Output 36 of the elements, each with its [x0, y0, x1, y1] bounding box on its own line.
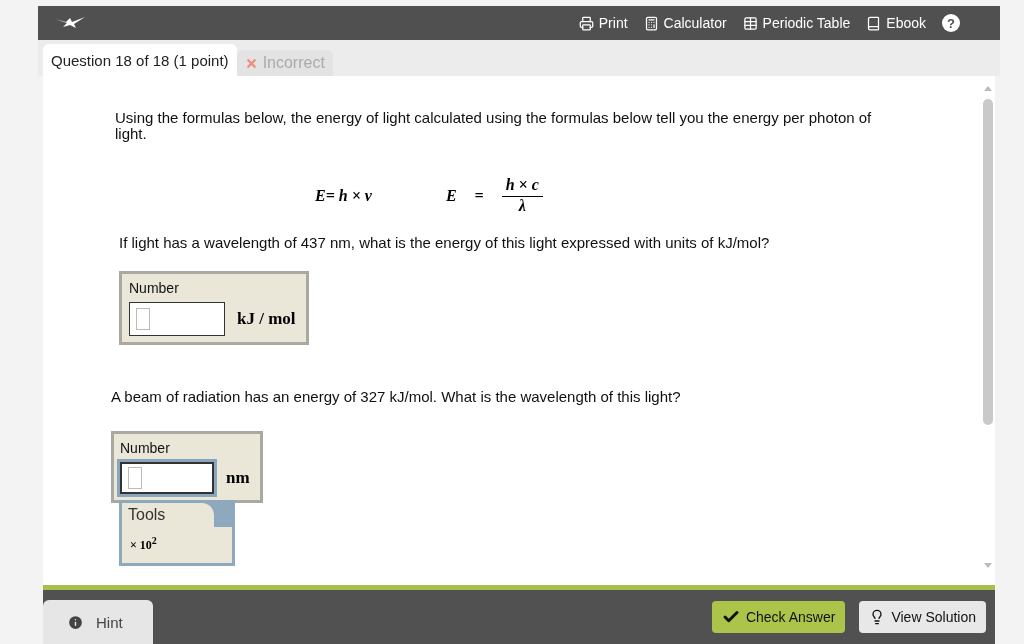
info-icon — [67, 613, 84, 631]
print-icon — [578, 15, 594, 31]
tab-label: Question 18 of 18 (1 point) — [51, 51, 229, 69]
check-answer-button[interactable]: Check Answer — [711, 601, 846, 633]
scroll-thumb[interactable] — [983, 99, 993, 425]
toolbar-link[interactable]: Print — [578, 15, 628, 31]
unit-label: kJ / mol — [237, 309, 296, 329]
formula-lhs: E — [445, 186, 457, 205]
equals-sign: = — [474, 186, 484, 205]
formula: E= h × ν — [315, 186, 372, 205]
field-label: Number — [120, 440, 171, 456]
question-text: If light has a wavelength of 437 nm, what is the energy of this light expressed with units of kJ/mol? — [119, 235, 771, 251]
unit-label: nm — [226, 468, 250, 488]
question-text: A beam of radiation has an energy of 327 kJ/mol. What is the wavelength of this light? — [111, 389, 682, 405]
answer-field[interactable] — [120, 462, 214, 494]
toolbar-link[interactable]: Periodic Table — [742, 15, 851, 31]
toolbar-link[interactable]: Calculator — [643, 15, 727, 31]
question-text: Using the formulas below, the energy of light calculated using the formulas below tell you the energy per photon of light. — [115, 110, 873, 142]
tool-option[interactable]: × 10$^{2}$ — [130, 538, 157, 552]
book-icon — [866, 15, 882, 31]
numerator: h × c — [501, 176, 543, 197]
tab-label: Incorrect — [262, 54, 325, 72]
cross-icon — [244, 56, 258, 70]
answer-field[interactable] — [129, 302, 225, 336]
calculator-icon — [643, 15, 659, 31]
scroll-down-icon[interactable] — [984, 563, 992, 568]
tab[interactable]: Question 18 of 18 (1 point) — [43, 44, 237, 76]
hint-button[interactable]: Hint — [43, 600, 153, 644]
tools-tab[interactable]: Tools — [122, 503, 214, 527]
toolbar-link[interactable]: Ebook — [866, 15, 926, 31]
help-button[interactable]: ? — [942, 14, 960, 32]
table-icon — [742, 15, 758, 31]
denominator: λ — [518, 197, 526, 215]
field-label: Number — [129, 280, 180, 296]
view-solution-button[interactable]: View Solution — [859, 601, 986, 633]
scroll-up-icon[interactable] — [984, 86, 992, 91]
